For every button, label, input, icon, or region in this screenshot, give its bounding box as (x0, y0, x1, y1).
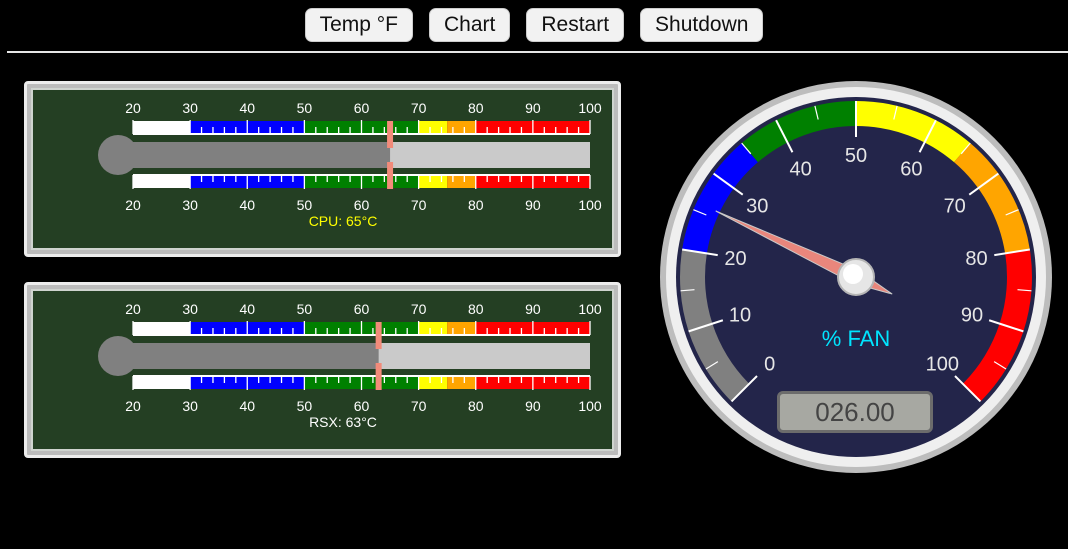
chart-button[interactable]: Chart (428, 8, 511, 42)
toolbar: Temp °F Chart Restart Shutdown (0, 8, 1068, 42)
value-marker-bottom (387, 162, 394, 189)
scale-label-bottom: 70 (411, 398, 427, 414)
scale-label-bottom: 100 (578, 197, 602, 213)
scale-band-bottom (418, 376, 448, 389)
gauge-label: 10 (729, 305, 751, 327)
gauge-label: 90 (961, 305, 983, 327)
gauge-label: 80 (965, 248, 987, 270)
rsx-thermometer-face: 20 20 30 30 40 40 50 50 60 60 70 70 80 80 90 90 100 100 RS… (31, 289, 614, 451)
scale-label-top: 90 (525, 301, 541, 317)
thermometer-fill (118, 142, 391, 168)
scale-label-top: 60 (354, 100, 370, 116)
scale-label-top: 30 (182, 301, 198, 317)
scale-band-bottom (418, 175, 448, 188)
scale-label-top: 90 (525, 100, 541, 116)
scale-label-bottom: 50 (297, 398, 313, 414)
rsx-thermometer-panel: 20 20 30 30 40 40 50 50 60 60 70 70 80 80 90 90 100 100 RS… (24, 282, 621, 458)
scale-label-bottom: 70 (411, 197, 427, 213)
scale-label-bottom: 50 (297, 197, 313, 213)
value-marker-top (375, 322, 382, 349)
scale-band-top (418, 121, 448, 134)
cpu-thermometer-panel: 20 20 30 30 40 40 50 50 60 60 70 70 80 80 90 90 100 100 CP… (24, 81, 621, 257)
scale-label-bottom: 40 (239, 398, 255, 414)
gauge-label: 30 (746, 195, 768, 217)
gauge-label: 100 (926, 353, 959, 375)
scale-label-top: 80 (468, 100, 484, 116)
gauge-label: 60 (900, 158, 922, 180)
scale-band-top (133, 322, 191, 335)
scale-label-bottom: 100 (578, 398, 602, 414)
scale-label-bottom: 60 (354, 398, 370, 414)
fan-gauge: 0 10 20 30 40 50 60 70 80 90 100 % FAN 026.00 (660, 78, 1056, 476)
gauge-label: 70 (944, 195, 966, 217)
gauge-title: % FAN (822, 326, 890, 351)
scale-band-bottom (447, 376, 476, 389)
scale-label-bottom: 60 (354, 197, 370, 213)
gauge-label: 50 (845, 145, 867, 167)
gauge-label: 20 (724, 248, 746, 270)
scale-label-top: 70 (411, 301, 427, 317)
scale-band-top (447, 121, 476, 134)
scale-label-top: 40 (239, 100, 255, 116)
scale-label-top: 70 (411, 100, 427, 116)
scale-label-top: 100 (578, 301, 602, 317)
gauge-label: 0 (764, 353, 775, 375)
scale-label-bottom: 80 (468, 197, 484, 213)
thermometer-fill (118, 343, 379, 369)
scale-band-top (447, 322, 476, 335)
fan-readout: 026.00 (777, 391, 933, 433)
scale-label-bottom: 20 (125, 197, 141, 213)
temp-unit-button[interactable]: Temp °F (304, 8, 413, 42)
scale-label-bottom: 40 (239, 197, 255, 213)
scale-band-bottom (447, 175, 476, 188)
scale-label-top: 100 (578, 100, 602, 116)
scale-label-bottom: 30 (182, 398, 198, 414)
scale-label-top: 30 (182, 100, 198, 116)
thermometer-bulb (98, 135, 138, 175)
thermometer-label: RSX: 63°C (309, 414, 377, 430)
scale-label-bottom: 90 (525, 398, 541, 414)
restart-button[interactable]: Restart (526, 8, 625, 42)
scale-band-top (133, 121, 191, 134)
scale-label-bottom: 30 (182, 197, 198, 213)
scale-band-bottom (133, 376, 191, 389)
gauge-label: 40 (789, 158, 811, 180)
scale-label-top: 50 (297, 301, 313, 317)
shutdown-button[interactable]: Shutdown (640, 8, 764, 42)
scale-label-bottom: 80 (468, 398, 484, 414)
scale-band-top (418, 322, 448, 335)
scale-label-top: 80 (468, 301, 484, 317)
scale-label-top: 40 (239, 301, 255, 317)
scale-label-bottom: 20 (125, 398, 141, 414)
scale-label-top: 50 (297, 100, 313, 116)
scale-band-bottom (133, 175, 191, 188)
value-marker-top (387, 121, 394, 148)
cpu-thermometer-face: 20 20 30 30 40 40 50 50 60 60 70 70 80 80 90 90 100 100 CP… (31, 88, 614, 250)
thermometer-bulb (98, 336, 138, 376)
toolbar-divider (7, 51, 1068, 53)
value-marker-bottom (375, 363, 382, 390)
scale-label-top: 20 (125, 100, 141, 116)
gauge-hub-highlight (843, 264, 863, 284)
rsx-thermometer: 20 20 30 30 40 40 50 50 60 60 70 70 80 80 90 90 100 100 RS… (98, 301, 602, 430)
scale-label-bottom: 90 (525, 197, 541, 213)
thermometer-label: CPU: 65°C (309, 213, 378, 229)
scale-label-top: 20 (125, 301, 141, 317)
cpu-thermometer: 20 20 30 30 40 40 50 50 60 60 70 70 80 80 90 90 100 100 CP… (98, 100, 602, 229)
scale-label-top: 60 (354, 301, 370, 317)
